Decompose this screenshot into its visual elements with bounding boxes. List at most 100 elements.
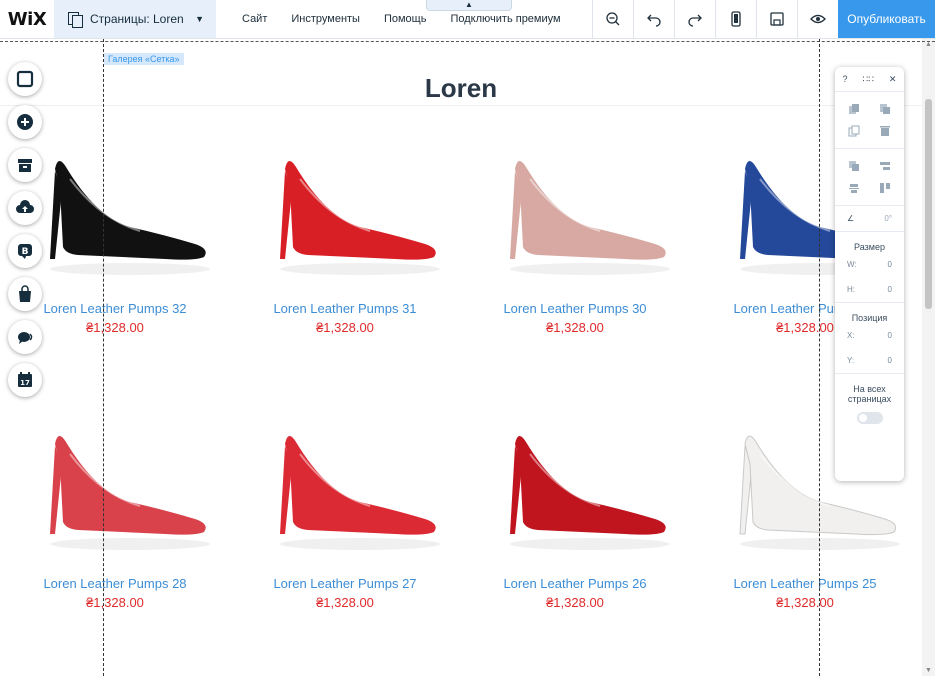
paste-style-icon[interactable] — [874, 98, 896, 120]
rotate-icon[interactable]: ∠ — [847, 214, 854, 223]
product-name[interactable]: Loren Leather Pumps 25 — [690, 576, 920, 591]
width-row[interactable]: W: 0 — [835, 252, 904, 277]
publish-button[interactable]: Опубликовать — [838, 0, 935, 38]
product-name[interactable]: Loren Leather Pumps 27 — [230, 576, 460, 591]
product-card[interactable]: Loren Leather Pumps 26 ₴1,328.00 — [460, 384, 690, 610]
product-image[interactable] — [460, 384, 690, 554]
shoe-image — [510, 160, 670, 275]
shoe-reflection — [740, 538, 900, 550]
width-label: W: — [847, 260, 857, 269]
shoe-body — [515, 160, 666, 260]
product-name[interactable]: Loren Leather Pumps 30 — [460, 301, 690, 316]
product-name[interactable]: Loren Leather Pumps 28 — [0, 576, 230, 591]
scroll-down-icon[interactable]: ▼ — [925, 667, 932, 674]
background-button[interactable] — [8, 62, 42, 96]
preview-button[interactable] — [797, 0, 838, 38]
product-image[interactable] — [0, 384, 230, 554]
width-field[interactable]: 0 — [888, 260, 892, 269]
shoe-reflection — [280, 263, 440, 275]
app-market-button[interactable] — [8, 148, 42, 182]
editor-canvas[interactable]: Loren Loren Leather Pumps 32 ₴1,328.00 L… — [0, 39, 922, 676]
left-toolbar: B 17 — [8, 62, 44, 406]
canvas-scrollbar[interactable]: ▲ ▼ — [922, 39, 935, 676]
product-image[interactable] — [230, 384, 460, 554]
store-icon — [18, 159, 32, 172]
pages-dropdown-label: Страницы: Loren — [90, 12, 184, 26]
shoe-body — [285, 160, 436, 260]
x-field[interactable]: 0 — [888, 331, 892, 340]
match-size-icon[interactable] — [874, 177, 896, 199]
y-field[interactable]: 0 — [888, 356, 892, 365]
zoom-out-icon — [606, 12, 620, 26]
mobile-icon — [731, 11, 741, 27]
y-row[interactable]: Y: 0 — [835, 348, 904, 374]
rotation-value[interactable]: 0° — [884, 214, 892, 223]
zoom-out-button[interactable] — [592, 0, 633, 38]
product-price: ₴1,328.00 — [546, 595, 604, 610]
height-row[interactable]: H: 0 — [835, 277, 904, 303]
product-image[interactable] — [460, 109, 690, 279]
collapse-topbar-tab[interactable]: ▲ — [426, 0, 512, 11]
product-name[interactable]: Loren Leather Pumps 26 — [460, 576, 690, 591]
page-title[interactable]: Loren — [0, 73, 922, 104]
upload-icon — [16, 200, 34, 213]
product-card[interactable]: Loren Leather Pumps 31 ₴1,328.00 — [230, 109, 460, 335]
chat-button[interactable] — [8, 320, 42, 354]
shoe-image — [510, 435, 670, 550]
product-name[interactable]: Loren Leather Pumps 31 — [230, 301, 460, 316]
panel-section-arrange — [835, 149, 904, 206]
menu-upgrade[interactable]: Подключить премиум — [450, 13, 560, 25]
chevron-down-icon: ▼ — [195, 14, 204, 24]
distribute-icon[interactable] — [843, 177, 865, 199]
menu-tools[interactable]: Инструменты — [291, 13, 360, 25]
inspector-panel: ? ∷∷ ✕ ∠ 0° Размер W: 0 H: 0 Позиция X: 0 Y… — [835, 67, 904, 481]
product-card[interactable]: Loren Leather Pumps 30 ₴1,328.00 — [460, 109, 690, 335]
show-on-all-pages-toggle[interactable] — [856, 412, 883, 424]
shoe-body — [515, 435, 666, 535]
add-button[interactable] — [8, 105, 42, 139]
gallery-selection-tag[interactable]: Галерея «Сетка» — [104, 53, 184, 65]
product-price: ₴1,328.00 — [776, 595, 834, 610]
scroll-up-icon[interactable]: ▲ — [925, 41, 932, 48]
blog-button[interactable]: B — [8, 234, 42, 268]
top-menu: Сайт Инструменты Помощь Подключить преми… — [216, 0, 585, 38]
drag-handle-icon[interactable]: ∷∷ — [862, 74, 873, 85]
wix-logo[interactable]: WiX — [0, 0, 54, 38]
product-image[interactable] — [230, 109, 460, 279]
x-row[interactable]: X: 0 — [835, 323, 904, 348]
product-price: ₴1,328.00 — [316, 595, 374, 610]
redo-button[interactable] — [674, 0, 715, 38]
topbar-tools: Опубликовать — [592, 0, 935, 38]
size-label: Размер — [854, 242, 885, 252]
shoe-image — [280, 435, 440, 550]
product-price: ₴1,328.00 — [316, 320, 374, 335]
store-button[interactable] — [8, 277, 42, 311]
duplicate-icon[interactable] — [843, 120, 865, 142]
add-icon — [17, 114, 33, 130]
close-icon[interactable]: ✕ — [889, 74, 897, 85]
help-icon[interactable]: ? — [842, 74, 847, 84]
pages-dropdown[interactable]: Страницы: Loren ▼ — [54, 0, 216, 38]
menu-help[interactable]: Помощь — [384, 13, 427, 25]
arrange-icon[interactable] — [843, 155, 865, 177]
product-card[interactable]: Loren Leather Pumps 27 ₴1,328.00 — [230, 384, 460, 610]
mobile-view-button[interactable] — [715, 0, 756, 38]
header-divider — [0, 105, 922, 106]
copy-style-icon[interactable] — [843, 98, 865, 120]
bookings-button[interactable]: 17 — [8, 363, 42, 397]
preview-icon — [810, 14, 826, 24]
save-button[interactable] — [756, 0, 797, 38]
product-price: ₴1,328.00 — [86, 595, 144, 610]
blog-icon: B — [18, 244, 32, 259]
product-card[interactable]: Loren Leather Pumps 28 ₴1,328.00 — [0, 384, 230, 610]
media-upload-button[interactable] — [8, 191, 42, 225]
undo-button[interactable] — [633, 0, 674, 38]
align-icon[interactable] — [874, 155, 896, 177]
delete-icon[interactable] — [874, 120, 896, 142]
scrollbar-thumb[interactable] — [925, 99, 932, 309]
bookings-icon: 17 — [18, 372, 32, 387]
shoe-reflection — [510, 538, 670, 550]
menu-site[interactable]: Сайт — [242, 13, 267, 25]
height-label: H: — [847, 285, 855, 294]
height-field[interactable]: 0 — [888, 285, 892, 294]
